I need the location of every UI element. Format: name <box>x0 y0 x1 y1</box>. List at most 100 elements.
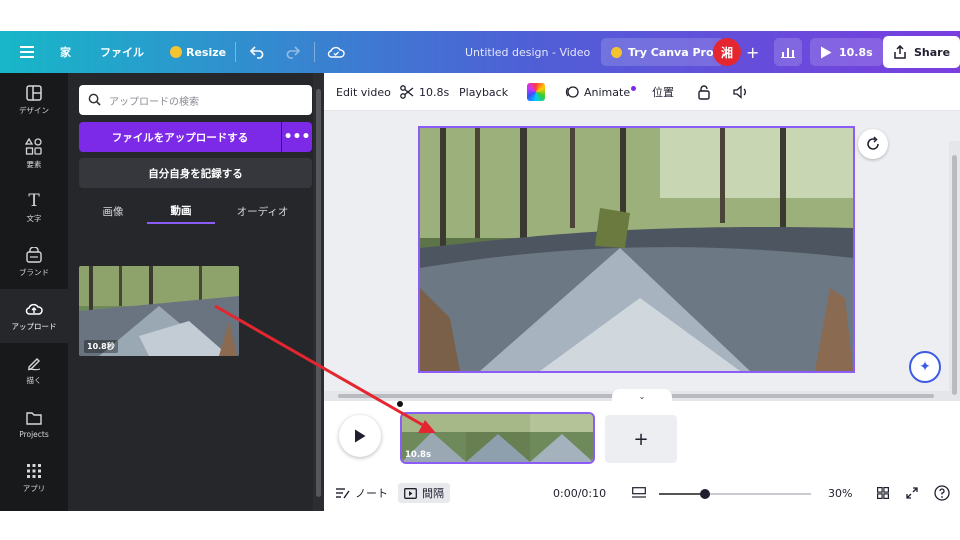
notes-label: ノート <box>355 487 388 500</box>
color-swatch-icon <box>527 83 545 101</box>
rail-label: Projects <box>19 430 49 439</box>
animate-label: Animate <box>584 85 631 99</box>
more-options-button[interactable]: ••• <box>282 122 312 152</box>
undo-icon[interactable] <box>250 31 266 73</box>
menu-icon[interactable] <box>20 31 34 73</box>
lock-icon[interactable] <box>697 73 711 111</box>
resize-button[interactable]: Resize <box>170 31 226 73</box>
design-title[interactable]: Untitled design - Video <box>465 31 590 73</box>
timeline-panel: 10.8s + ノート 間隔 0:00/0:10 30% <box>324 401 960 511</box>
home-button[interactable]: 家 <box>60 31 71 73</box>
play-icon <box>355 429 366 443</box>
design-canvas-area[interactable]: ✦ <box>324 111 960 391</box>
search-input[interactable]: アップロードの検索 <box>79 85 312 115</box>
rail-item-projects[interactable]: Projects <box>0 397 68 451</box>
scissors-icon <box>400 85 414 99</box>
position-button[interactable]: 位置 <box>652 73 674 111</box>
draw-icon <box>24 354 44 372</box>
gap-label: 間隔 <box>422 487 444 500</box>
magic-assistant-button[interactable]: ✦ <box>909 351 941 383</box>
grid-view-toggle-icon[interactable] <box>632 483 646 503</box>
edit-video-button[interactable]: Edit video <box>336 73 391 111</box>
uploaded-video-thumbnail[interactable]: 10.8秒 <box>79 266 239 356</box>
volume-icon[interactable] <box>733 73 749 111</box>
panel-scrollbar[interactable] <box>313 73 324 511</box>
notes-button[interactable]: ノート <box>336 483 388 503</box>
divider <box>235 42 236 62</box>
help-icon[interactable] <box>934 483 950 503</box>
rail-label: 文字 <box>26 214 42 223</box>
avatar[interactable]: 湘 <box>713 38 741 66</box>
playback-button[interactable]: Playback <box>459 73 508 111</box>
page-grid-icon[interactable] <box>877 483 889 503</box>
rail-item-uploads[interactable]: アップロード <box>0 289 68 343</box>
animate-button[interactable]: Animate <box>565 73 637 111</box>
resize-label: Resize <box>186 45 227 59</box>
rail-label: 要素 <box>26 160 42 169</box>
timeline-video-clip[interactable]: 10.8s <box>400 412 595 464</box>
trim-button[interactable]: 10.8s <box>400 73 449 111</box>
tab-videos[interactable]: 動画 <box>147 198 215 224</box>
rail-item-brand[interactable]: ブランド <box>0 235 68 289</box>
fullscreen-icon[interactable] <box>906 483 918 503</box>
try-canva-pro-button[interactable]: Try Canva Pro <box>601 38 724 66</box>
canva-editor-window: 家 ファイル Resize Untitled design - Video Tr… <box>0 31 960 511</box>
rail-label: デザイン <box>19 106 49 115</box>
share-label: Share <box>914 45 951 59</box>
search-placeholder: アップロードの検索 <box>109 96 199 108</box>
zoom-slider-handle[interactable] <box>699 489 710 499</box>
rail-label: アプリ <box>22 484 46 493</box>
rail-label: アップロード <box>11 322 57 331</box>
rail-item-design[interactable]: デザイン <box>0 73 68 127</box>
rail-item-draw[interactable]: 描く <box>0 343 68 397</box>
tab-images[interactable]: 画像 <box>79 198 147 224</box>
new-badge-dot <box>631 85 637 91</box>
color-adjust-button[interactable] <box>527 73 545 111</box>
editor-toolbar: Edit video 10.8s Playback Animate 位置 <box>324 73 960 111</box>
video-duration: 10.8秒 <box>84 340 118 353</box>
rail-item-elements[interactable]: 要素 <box>0 127 68 181</box>
canvas-vertical-scrollbar[interactable] <box>949 141 960 421</box>
folder-icon <box>24 409 44 427</box>
file-menu-button[interactable]: ファイル <box>100 31 144 73</box>
record-yourself-button[interactable]: 自分自身を記録する <box>79 158 312 188</box>
top-bar: 家 ファイル Resize Untitled design - Video Tr… <box>0 31 960 73</box>
tab-audio[interactable]: オーディオ <box>225 198 300 224</box>
sparkle-icon: ✦ <box>919 359 931 375</box>
search-icon <box>88 93 101 106</box>
cloud-save-icon[interactable] <box>327 31 345 73</box>
animate-icon <box>565 86 579 98</box>
rail-label: 描く <box>26 376 42 385</box>
add-page-button[interactable]: + <box>605 415 677 463</box>
play-icon <box>821 46 832 58</box>
share-button[interactable]: Share <box>883 36 960 68</box>
notes-icon <box>336 488 350 499</box>
clip-duration: 10.8s <box>405 450 432 460</box>
redo-icon[interactable] <box>284 31 300 73</box>
apps-grid-icon <box>24 462 44 480</box>
gap-button[interactable]: 間隔 <box>398 483 450 503</box>
time-counter: 0:00/0:10 <box>553 486 607 500</box>
rotate-button[interactable] <box>858 129 888 159</box>
zoom-slider[interactable] <box>659 489 811 499</box>
crown-icon <box>611 46 622 58</box>
text-icon: T <box>28 191 40 211</box>
timeline-play-button[interactable] <box>339 415 381 457</box>
brand-icon <box>24 246 44 264</box>
rail-item-text[interactable]: T 文字 <box>0 181 68 235</box>
play-preview-button[interactable]: 10.8s <box>810 38 883 66</box>
video-element[interactable] <box>418 126 855 373</box>
rail-item-apps[interactable]: アプリ <box>0 451 68 505</box>
playhead-marker[interactable] <box>397 401 403 407</box>
insights-chart-icon[interactable] <box>774 38 802 66</box>
scrollbar-thumb[interactable] <box>952 155 957 395</box>
add-collaborator-icon[interactable]: + <box>746 31 759 73</box>
zoom-level[interactable]: 30% <box>828 483 852 503</box>
trim-duration: 10.8s <box>419 85 450 99</box>
upload-files-button[interactable]: ファイルをアップロードする <box>79 122 281 152</box>
rotate-icon <box>867 136 879 150</box>
video-gap-icon <box>404 487 417 499</box>
scrollbar-thumb[interactable] <box>316 89 321 497</box>
shapes-icon <box>24 138 44 156</box>
upload-cloud-icon <box>24 300 44 318</box>
